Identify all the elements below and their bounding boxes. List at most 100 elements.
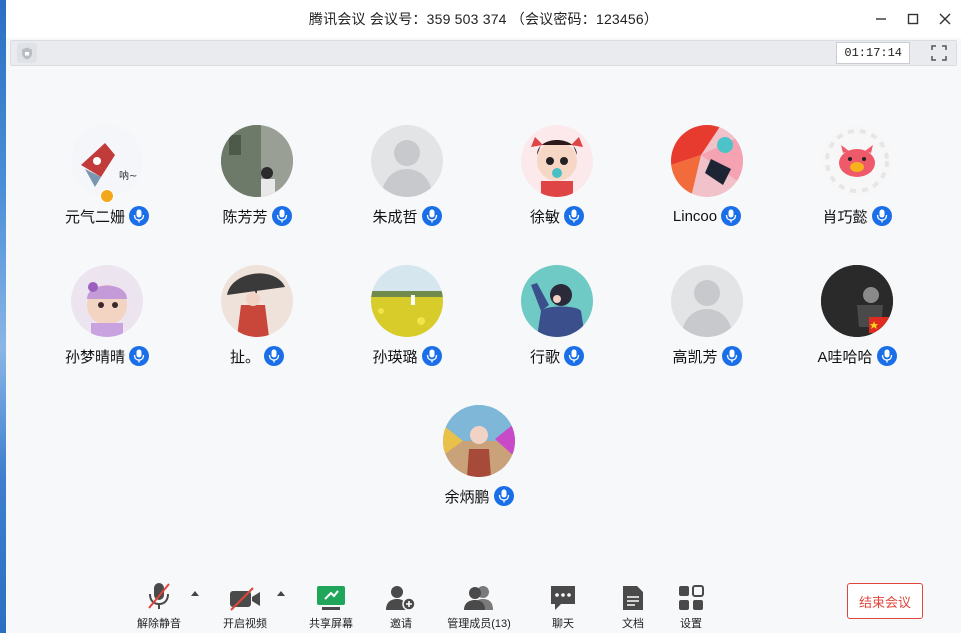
mic-icon [726,349,737,363]
mic-status-badge [721,206,742,226]
participant-tile[interactable]: 陈芳芳 [182,125,332,227]
mic-status-badge [493,486,514,506]
participant-name-row: 高凯芳 [672,345,742,367]
security-button[interactable] [17,43,37,63]
start-video-button[interactable]: 开启视频 [218,581,272,631]
participant-name: A哇哈哈 [817,348,873,366]
participant-name: 高凯芳 [672,348,718,366]
mic-icon [426,209,437,223]
participant-tile[interactable]: 余炳鹏 [404,405,554,507]
participant-tile[interactable]: 孙梦晴晴 [32,265,182,367]
participant-tile[interactable]: 孙瑛璐 [332,265,482,367]
participant-tile[interactable]: 扯。 [182,265,332,367]
participant-name-row: 徐敏 [530,205,584,227]
participant-name: 陈芳芳 [222,208,268,226]
participant-name-row: 陈芳芳 [222,205,292,227]
settings-button[interactable]: 设置 [676,581,706,631]
participant-name-row: 行歌 [530,345,584,367]
share-screen-label: 共享屏幕 [309,618,353,630]
window-title: 腾讯会议 会议号：359 503 374 （会议密码：123456） [308,11,659,27]
chat-label: 聊天 [552,618,574,630]
mic-status-badge [564,206,584,226]
mic-icon [268,349,280,363]
unmute-label: 解除静音 [137,618,181,630]
mic-status-badge [264,346,284,366]
participant-tile[interactable]: A哇哈哈 [782,265,932,367]
meeting-status-bar: 01:17:14 [10,40,957,66]
shield-icon [22,47,32,59]
mic-icon [881,349,892,363]
host-badge-icon [100,189,114,203]
avatar [221,265,293,337]
avatar [671,125,743,197]
participant-tile[interactable]: 呐~ 元气二姗 [32,125,182,227]
mic-icon [568,349,580,363]
participant-tile[interactable]: 行歌 [482,265,632,367]
participant-name-row: 扯。 [230,345,284,367]
start-video-label: 开启视频 [223,618,267,630]
mic-icon [133,209,145,223]
avatar [821,125,893,197]
mic-status-badge [721,346,742,366]
fullscreen-button[interactable] [930,44,948,62]
mic-status-badge [876,346,897,366]
share-screen-button[interactable]: 共享屏幕 [306,581,356,631]
participant-tile[interactable]: 高凯芳 [632,265,782,367]
meeting-window: 腾讯会议 会议号：359 503 374 （会议密码：123456） 01:17… [6,0,961,633]
fullscreen-icon [931,45,947,61]
camera-off-icon [230,587,260,611]
participant-name: 肖巧懿 [822,208,868,226]
bottom-toolbar: 解除静音 开启视频 共享屏幕 邀请 管理成员(13) 聊天 文档 设置 结束会议 [6,573,961,633]
chat-icon [551,586,575,610]
mic-icon [725,209,737,223]
participant-name: 行歌 [529,348,560,366]
invite-label: 邀请 [390,618,412,630]
chat-button[interactable]: 聊天 [545,581,581,631]
participant-name: 孙瑛璐 [372,348,418,366]
settings-label: 设置 [680,618,702,630]
participant-name-row: 孙梦晴晴 [65,345,149,367]
minimize-button[interactable] [865,0,897,38]
docs-label: 文档 [622,618,644,630]
mic-icon [133,349,145,363]
avatar [221,125,293,197]
mic-icon [876,209,887,223]
end-meeting-button[interactable]: 结束会议 [847,583,923,619]
participant-tile[interactable]: 朱成哲 [332,125,482,227]
audio-options-caret[interactable] [191,591,199,596]
participant-name: Lincoo [672,207,718,225]
unmute-button[interactable]: 解除静音 [134,581,184,631]
participant-tile[interactable]: Lincoo [632,125,782,227]
members-icon [464,586,493,610]
participant-name-row: A哇哈哈 [817,345,897,367]
mic-status-badge [564,346,584,366]
participant-name: 元气二姗 [64,208,125,226]
avatar [521,125,593,197]
close-button[interactable] [929,0,961,38]
participant-name-row: 孙瑛璐 [372,345,442,367]
participant-name: 余炳鹏 [444,488,490,506]
title-bar: 腾讯会议 会议号：359 503 374 （会议密码：123456） [6,0,961,38]
participant-name-row: 元气二姗 [65,205,149,227]
participant-name-row: Lincoo [672,205,742,227]
document-icon [623,586,643,610]
window-controls [865,0,961,38]
mic-icon [276,209,287,223]
participant-tile[interactable]: 肖巧懿 [782,125,932,227]
avatar [371,125,443,197]
share-screen-icon [317,586,345,610]
mic-status-badge [871,206,892,226]
invite-button[interactable]: 邀请 [384,581,418,631]
mic-status-badge [421,346,442,366]
avatar [521,265,593,337]
mic-icon [568,209,580,223]
video-options-caret[interactable] [277,591,285,596]
manage-members-button[interactable]: 管理成员(13) [443,581,515,631]
add-person-icon [386,586,416,611]
participant-tile[interactable]: 徐敏 [482,125,632,227]
close-icon [939,13,951,25]
maximize-button[interactable] [897,0,929,38]
maximize-icon [907,13,919,25]
avatar [71,265,143,337]
docs-button[interactable]: 文档 [618,581,648,631]
